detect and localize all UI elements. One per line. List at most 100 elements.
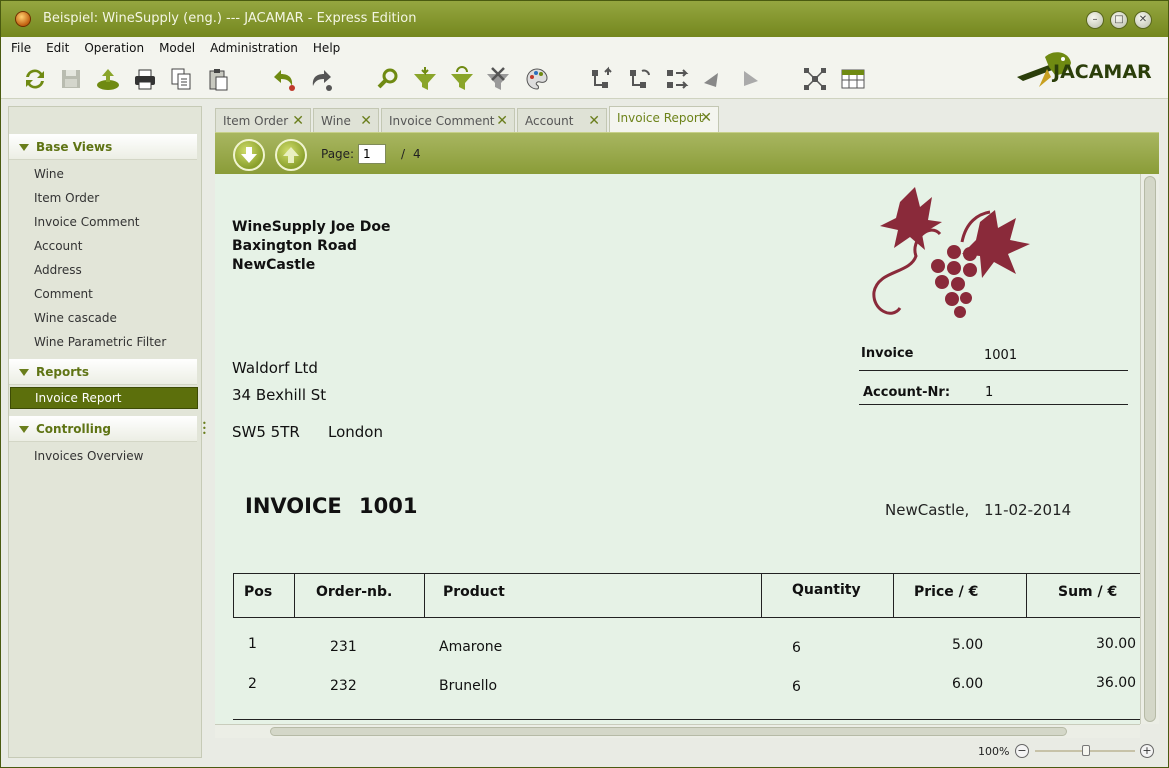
cell-pos: 2 bbox=[248, 676, 257, 692]
arrow-down-icon bbox=[241, 147, 257, 163]
zoom-slider-handle[interactable] bbox=[1082, 745, 1090, 756]
close-tab-icon[interactable]: ✕ bbox=[360, 109, 372, 133]
window-title: Beispiel: WineSupply (eng.) --- JACAMAR … bbox=[43, 11, 417, 26]
tab-wine[interactable]: Wine ✕ bbox=[313, 108, 379, 132]
vertical-scrollbar[interactable] bbox=[1140, 174, 1159, 724]
filter-refresh-icon[interactable] bbox=[448, 65, 476, 93]
paste-icon[interactable] bbox=[204, 65, 232, 93]
cell-quantity: 6 bbox=[792, 679, 801, 695]
menu-help[interactable]: Help bbox=[313, 41, 340, 55]
cell-order: 232 bbox=[330, 678, 357, 694]
column-divider bbox=[424, 573, 425, 617]
search-icon[interactable] bbox=[374, 65, 402, 93]
palette-icon[interactable] bbox=[523, 65, 551, 93]
column-divider bbox=[1026, 573, 1027, 617]
sidebar-item-invoice-report[interactable]: Invoice Report bbox=[10, 387, 198, 409]
splitter-handle[interactable]: • • • bbox=[202, 420, 207, 441]
logo-text: JACAMAR bbox=[1053, 61, 1152, 83]
invoice-title: INVOICE bbox=[245, 494, 342, 518]
sidebar-item-address[interactable]: Address bbox=[34, 259, 82, 281]
filter-icon[interactable] bbox=[411, 65, 439, 93]
print-icon[interactable] bbox=[131, 65, 159, 93]
horizontal-scrollbar[interactable] bbox=[215, 724, 1140, 738]
menu-bar: File Edit Operation Model Administration… bbox=[1, 37, 1168, 59]
invoice-place: NewCastle, bbox=[885, 501, 970, 519]
group-base-views[interactable]: Base Views bbox=[9, 134, 197, 160]
column-divider bbox=[294, 573, 295, 617]
export-icon[interactable] bbox=[94, 65, 122, 93]
minimize-button[interactable]: – bbox=[1086, 11, 1104, 29]
sidebar-item-wine[interactable]: Wine bbox=[34, 163, 64, 185]
menu-model[interactable]: Model bbox=[159, 41, 195, 55]
cell-sum: 36.00 bbox=[1096, 675, 1137, 691]
invoice-label: Invoice bbox=[861, 346, 914, 361]
copy-icon[interactable] bbox=[167, 65, 195, 93]
content-area: Item Order ✕ Wine ✕ Invoice Comment ✕ Accou… bbox=[209, 101, 1159, 761]
tab-account[interactable]: Account ✕ bbox=[517, 108, 607, 132]
sidebar-item-wine-parametric-filter[interactable]: Wine Parametric Filter bbox=[34, 331, 166, 353]
cell-price: 6.00 bbox=[952, 676, 984, 692]
table-bottom-border bbox=[233, 719, 1140, 720]
close-tab-icon[interactable]: ✕ bbox=[700, 107, 712, 129]
tab-invoice-report[interactable]: Invoice Report ✕ bbox=[609, 106, 719, 132]
menu-file[interactable]: File bbox=[11, 41, 31, 55]
tree-up-icon[interactable] bbox=[588, 65, 616, 93]
invoice-title-number: 1001 bbox=[359, 494, 418, 518]
sidebar-item-account[interactable]: Account bbox=[34, 235, 82, 257]
cell-sum: 30.00 bbox=[1096, 636, 1137, 652]
undo-icon[interactable] bbox=[270, 65, 298, 93]
next-page-button[interactable] bbox=[233, 139, 265, 171]
save-icon[interactable] bbox=[57, 65, 85, 93]
group-controlling[interactable]: Controlling bbox=[9, 416, 197, 442]
column-header-sum: Sum / € bbox=[1058, 584, 1118, 600]
menu-edit[interactable]: Edit bbox=[46, 41, 69, 55]
filter-clear-icon[interactable] bbox=[484, 65, 512, 93]
column-divider bbox=[761, 573, 762, 617]
collapse-icon bbox=[19, 369, 29, 376]
arrow-left-icon[interactable] bbox=[698, 65, 726, 93]
zoom-in-button[interactable]: + bbox=[1140, 744, 1154, 758]
sidebar-item-comment[interactable]: Comment bbox=[34, 283, 93, 305]
close-tab-icon[interactable]: ✕ bbox=[588, 109, 600, 133]
maximize-button[interactable]: □ bbox=[1110, 11, 1128, 29]
table-top-border bbox=[233, 573, 1140, 574]
recipient-street: 34 Bexhill St bbox=[232, 386, 327, 404]
sender-name: WineSupply Joe Doe bbox=[232, 219, 391, 235]
tab-label: Account bbox=[525, 114, 574, 128]
cell-price: 5.00 bbox=[952, 637, 984, 653]
page-separator: / bbox=[401, 147, 406, 161]
sidebar-item-wine-cascade[interactable]: Wine cascade bbox=[34, 307, 117, 329]
tree-sync-icon[interactable] bbox=[626, 65, 654, 93]
refresh-icon[interactable] bbox=[21, 65, 49, 93]
menu-operation[interactable]: Operation bbox=[84, 41, 144, 55]
zoom-out-button[interactable]: − bbox=[1015, 744, 1029, 758]
close-button[interactable]: ✕ bbox=[1134, 11, 1152, 29]
close-tab-icon[interactable]: ✕ bbox=[292, 109, 304, 133]
sidebar: Base Views Wine Item Order Invoice Comme… bbox=[8, 106, 202, 758]
page-number-input[interactable] bbox=[358, 144, 386, 164]
previous-page-button[interactable] bbox=[275, 139, 307, 171]
table-icon[interactable] bbox=[839, 65, 867, 93]
arrow-right-icon[interactable] bbox=[736, 65, 764, 93]
report-navigation-bar: Page: / 4 bbox=[215, 132, 1159, 174]
tab-invoice-comment[interactable]: Invoice Comment ✕ bbox=[381, 108, 515, 132]
scroll-thumb[interactable] bbox=[270, 727, 1067, 736]
page-total: 4 bbox=[413, 147, 421, 161]
sidebar-item-item-order[interactable]: Item Order bbox=[34, 187, 99, 209]
tab-label: Wine bbox=[321, 114, 351, 128]
redo-icon[interactable] bbox=[307, 65, 335, 93]
invoice-date: 11-02-2014 bbox=[984, 501, 1072, 519]
tree-move-icon[interactable] bbox=[663, 65, 691, 93]
tab-label: Invoice Comment bbox=[389, 114, 495, 128]
scroll-thumb[interactable] bbox=[1144, 176, 1156, 722]
network-icon[interactable] bbox=[801, 65, 829, 93]
group-reports[interactable]: Reports bbox=[9, 359, 197, 385]
divider bbox=[859, 404, 1128, 405]
sidebar-item-invoice-comment[interactable]: Invoice Comment bbox=[34, 211, 140, 233]
divider bbox=[859, 370, 1128, 371]
group-label: Controlling bbox=[36, 422, 111, 436]
sidebar-item-invoices-overview[interactable]: Invoices Overview bbox=[34, 445, 143, 467]
menu-administration[interactable]: Administration bbox=[210, 41, 298, 55]
close-tab-icon[interactable]: ✕ bbox=[496, 109, 508, 133]
tab-item-order[interactable]: Item Order ✕ bbox=[215, 108, 311, 132]
